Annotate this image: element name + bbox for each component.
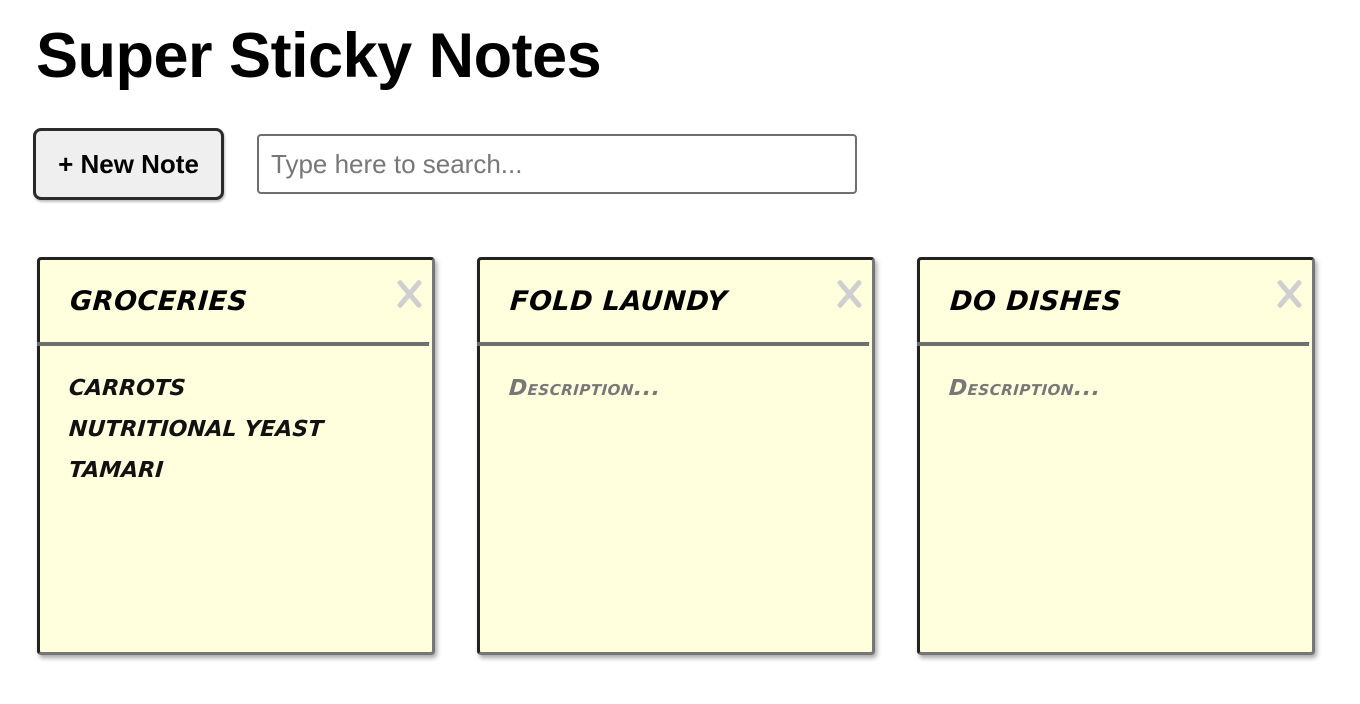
note-description-placeholder: Description... — [948, 376, 1102, 401]
note-description-line: tamari — [68, 458, 165, 483]
note-card: groceries carrots nutritional yeast tama… — [36, 257, 436, 655]
note-description-line: carrots — [68, 376, 187, 401]
note-description-placeholder: Description... — [508, 376, 662, 401]
new-note-button[interactable]: + New Note — [33, 128, 224, 200]
note-card: do dishes Description... — [916, 257, 1316, 655]
note-title-field[interactable]: groceries — [36, 260, 436, 346]
app-title: Super Sticky Notes — [36, 21, 602, 91]
note-title-field[interactable]: fold laundy — [476, 260, 876, 346]
note-description-field[interactable]: Description... — [480, 346, 872, 409]
notes-list: groceries carrots nutritional yeast tama… — [36, 257, 1357, 655]
close-icon[interactable] — [832, 276, 866, 310]
controls-bar: + New Note — [33, 128, 857, 200]
note-card: fold laundy Description... — [476, 257, 876, 655]
note-description-field[interactable]: carrots nutritional yeast tamari — [40, 346, 432, 491]
note-description-line: nutritional yeast — [68, 417, 325, 442]
search-input[interactable] — [257, 134, 857, 194]
close-icon[interactable] — [1272, 276, 1306, 310]
note-title-field[interactable]: do dishes — [916, 260, 1316, 346]
note-description-field[interactable]: Description... — [920, 346, 1312, 409]
close-icon[interactable] — [392, 276, 426, 310]
